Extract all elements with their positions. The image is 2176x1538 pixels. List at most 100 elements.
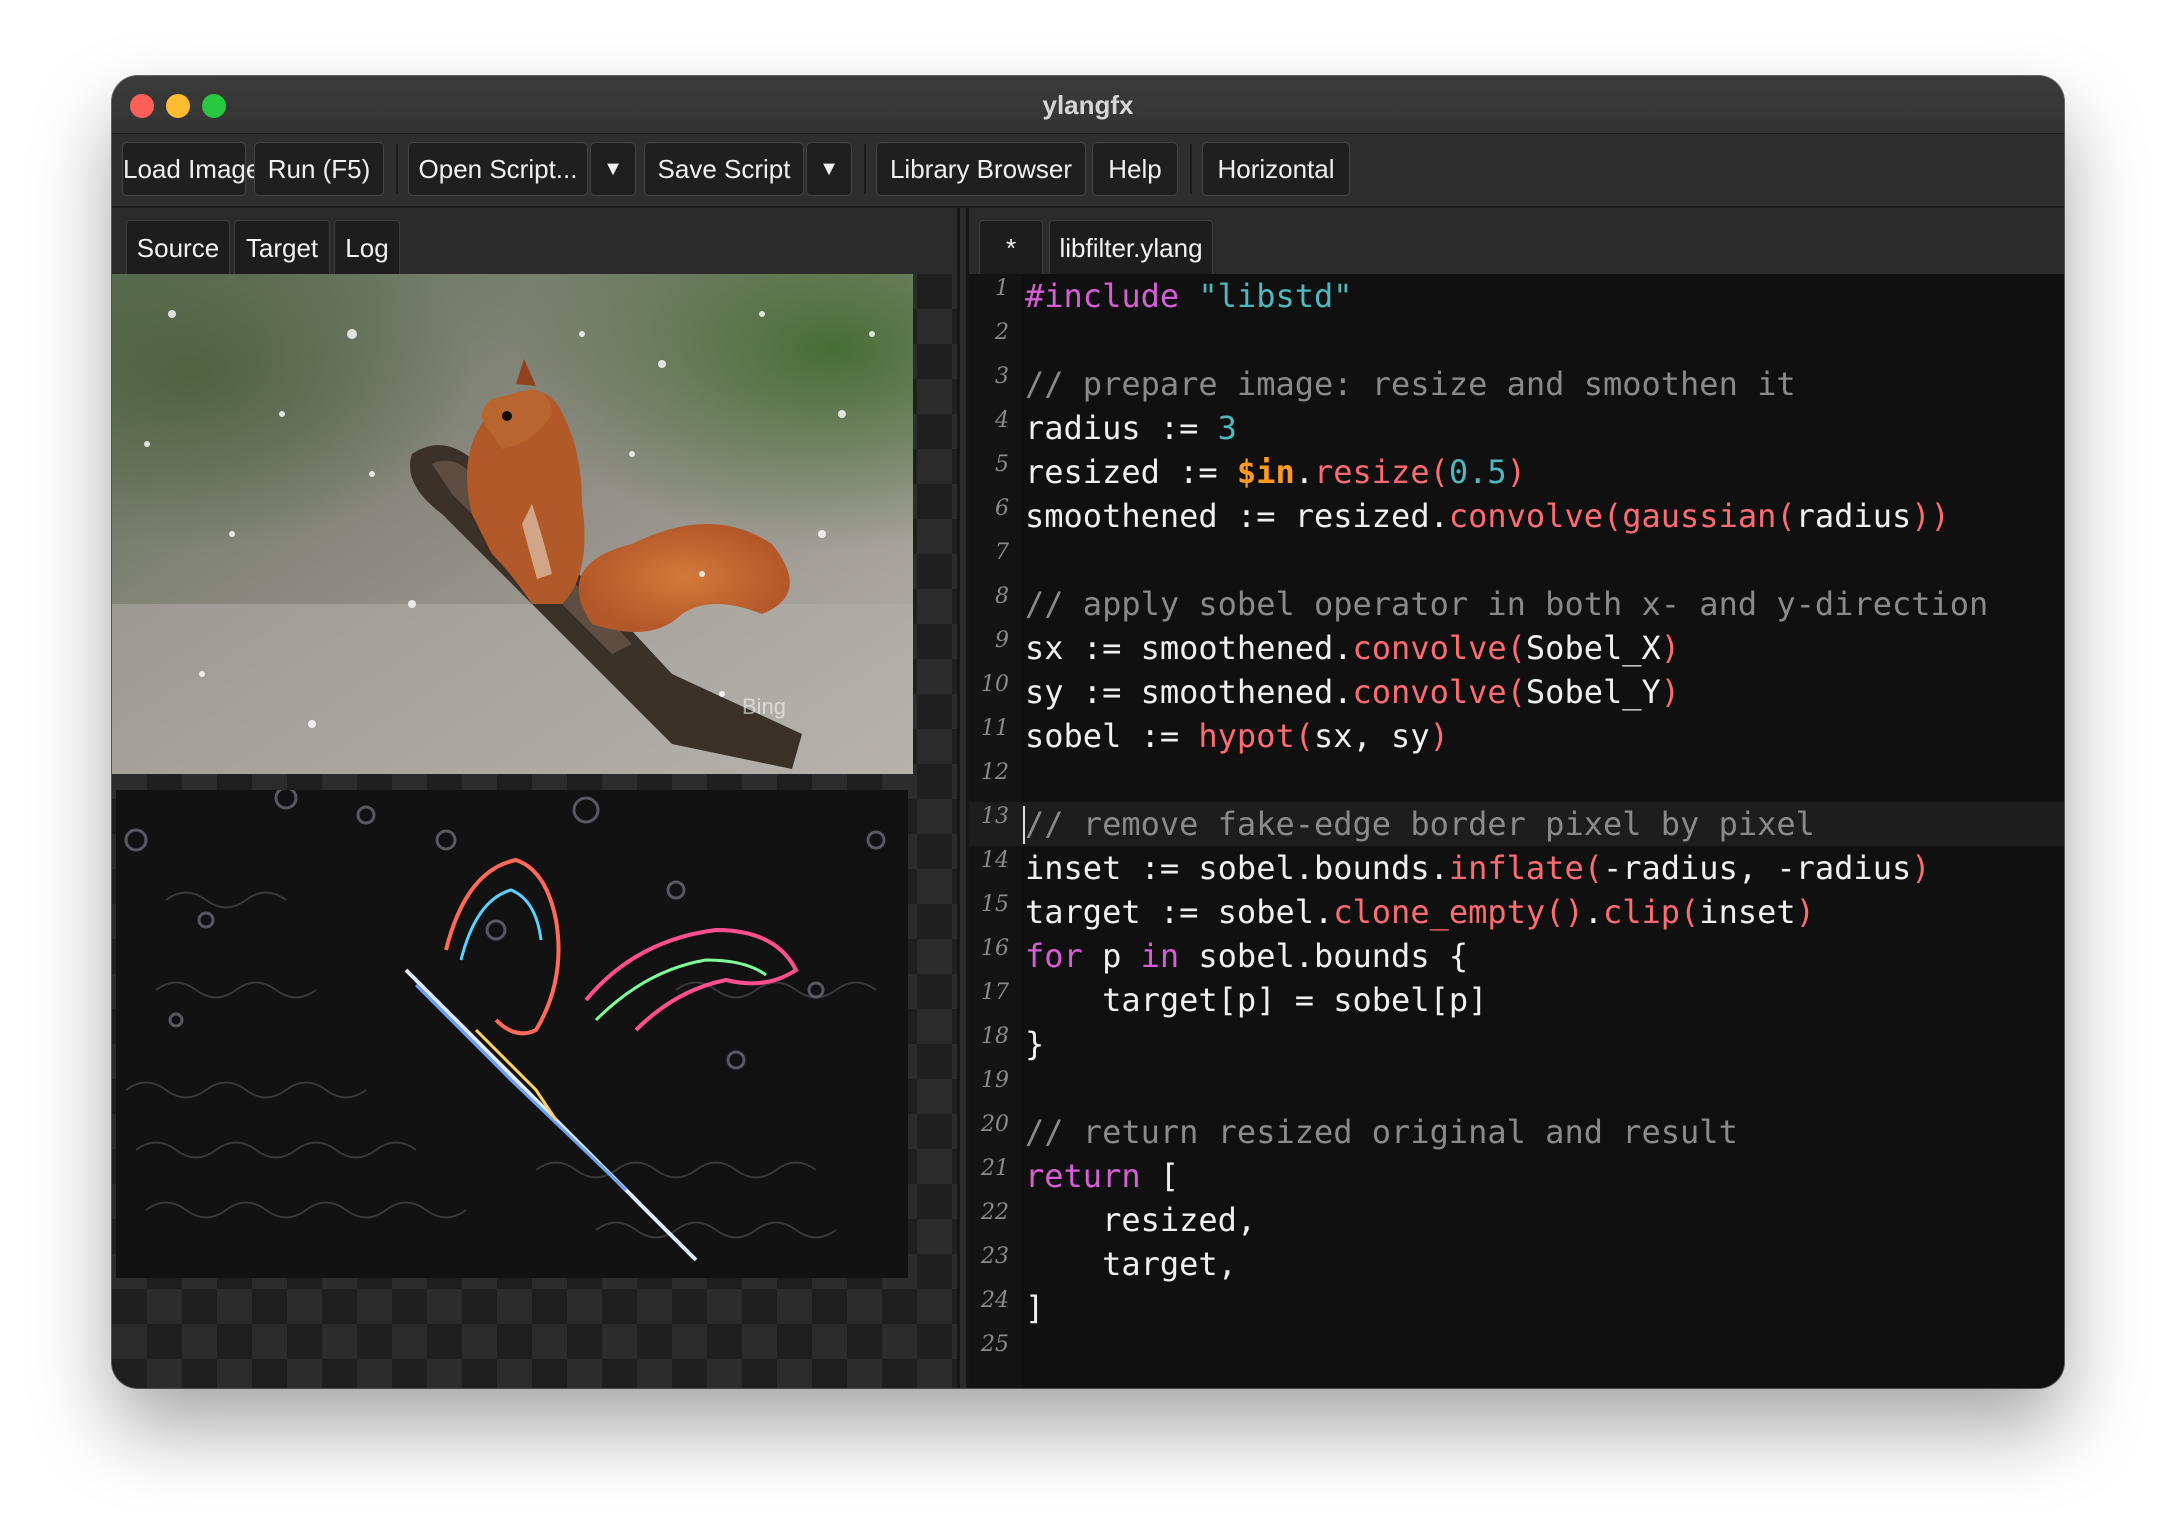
code-line[interactable]: 25 (969, 1330, 2064, 1374)
library-browser-button[interactable]: Library Browser (876, 142, 1086, 196)
code-line[interactable]: 8 // apply sobel operator in both x- and … (969, 582, 2064, 626)
line-number: 25 (981, 1332, 1009, 1357)
toolbar-separator (864, 144, 866, 194)
code-token-method: ) (1660, 629, 1681, 667)
code-token-plain: target, (1025, 1245, 1237, 1283)
code-line[interactable]: 19 (969, 1066, 2064, 1110)
code-line[interactable]: 9 sx := smoothened.convolve(Sobel_X) (969, 626, 2064, 670)
code-token-plain: Sobel_X (1525, 629, 1661, 667)
line-number: 1 (995, 276, 1009, 301)
tab-source[interactable]: Source (126, 220, 230, 274)
code-line[interactable]: 23 target, (969, 1242, 2064, 1286)
code-token-plain: inset := sobel.bounds. (1025, 849, 1449, 887)
code-line[interactable]: 7 (969, 538, 2064, 582)
line-number: 19 (981, 1068, 1009, 1093)
line-number: 11 (981, 716, 1009, 741)
code-token-method: hypot( (1198, 717, 1314, 755)
code-line[interactable]: 5 resized := $in.resize(0.5) (969, 450, 2064, 494)
tab-log[interactable]: Log (334, 220, 400, 274)
code-token-plain: } (1025, 1025, 1045, 1063)
open-script-button[interactable]: Open Script... (408, 142, 588, 196)
line-number: 7 (995, 540, 1009, 565)
toolbar: Load Image... Run (F5) Open Script... ▼ … (112, 134, 2064, 208)
code-token-method: resize( (1313, 453, 1449, 491)
code-token-keyword: return (1025, 1157, 1141, 1195)
code-token-plain: . (1294, 453, 1314, 491)
save-script-button[interactable]: Save Script (644, 142, 804, 196)
code-text: return [ (1025, 1154, 1179, 1198)
tab-libfilter[interactable]: libfilter.ylang (1049, 220, 1213, 274)
code-line[interactable]: 18} (969, 1022, 2064, 1066)
toolbar-separator (1190, 144, 1192, 194)
code-editor[interactable]: 1 #include "libstd" 2 3// prepare image: re… (969, 274, 2064, 1388)
code-text: target[p] = sobel[p] (1025, 978, 1487, 1022)
code-line[interactable]: 2 (969, 318, 2064, 362)
tab-target[interactable]: Target (234, 220, 330, 274)
line-number: 3 (995, 364, 1009, 389)
open-script-dropdown-button[interactable]: ▼ (590, 142, 636, 196)
load-image-button[interactable]: Load Image... (122, 142, 282, 196)
code-text: sx := smoothened.convolve(Sobel_X) (1025, 626, 1680, 670)
code-line[interactable]: 24] (969, 1286, 2064, 1330)
code-token-plain: radius (1795, 497, 1912, 535)
line-number: 22 (981, 1200, 1009, 1225)
code-line[interactable]: 12 (969, 758, 2064, 802)
code-line[interactable]: 15 target := sobel.clone_empty().clip(ins… (969, 890, 2064, 934)
code-line[interactable]: 20 // return resized original and result (969, 1110, 2064, 1154)
code-text: // prepare image: resize and smoothen it (1025, 362, 1796, 406)
code-text: #include "libstd" (1025, 274, 1353, 318)
text-caret (1023, 806, 1025, 844)
code-token-keyword: for (1025, 937, 1083, 975)
code-token-plain: -radius, -radius (1602, 849, 1912, 887)
code-token-plain: sy := smoothened. (1025, 673, 1353, 711)
code-token-plain: resized, (1025, 1201, 1257, 1239)
code-token-plain: p (1082, 937, 1141, 975)
code-token-method: ) (1911, 849, 1931, 887)
code-line[interactable]: 3 // prepare image: resize and smoothen i… (969, 362, 2064, 406)
code-token-number: 0.5 (1448, 453, 1507, 491)
code-line[interactable]: 10 sy := smoothened.convolve(Sobel_Y) (969, 670, 2064, 714)
code-line[interactable]: 4 radius := 3 (969, 406, 2064, 450)
line-number: 14 (981, 848, 1009, 873)
code-token-method: convolve( (1352, 673, 1526, 711)
code-text: sobel := hypot(sx, sy) (1025, 714, 1449, 758)
code-token-method: ) (1429, 717, 1449, 755)
code-line[interactable]: 1 #include "libstd" (969, 274, 2064, 318)
code-line[interactable]: 21 return [ (969, 1154, 2064, 1198)
run-button[interactable]: Run (F5) (254, 142, 384, 196)
target-image (116, 790, 908, 1278)
code-text: ] (1025, 1286, 1044, 1330)
code-line[interactable]: 17 target[p] = sobel[p] (969, 978, 2064, 1022)
code-text: for p in sobel.bounds { (1025, 934, 1468, 978)
orientation-toggle-button[interactable]: Horizontal (1202, 142, 1350, 196)
title-bar: ylangfx (112, 76, 2064, 134)
pane-splitter[interactable] (957, 208, 969, 1388)
code-token-special: $in (1236, 453, 1295, 491)
editor-tab-bar: * libfilter.ylang (969, 208, 2064, 275)
code-line[interactable]: 6 smoothened := resized.convolve(gaussian… (969, 494, 2064, 538)
code-token-method: convolve( (1352, 629, 1526, 667)
code-token-plain: [ (1140, 1157, 1180, 1195)
help-button[interactable]: Help (1092, 142, 1178, 196)
code-token-method: inflate( (1448, 849, 1603, 887)
code-text: inset := sobel.bounds.inflate(-radius, -… (1025, 846, 1930, 890)
code-line[interactable]: 13 // remove fake-edge border pixel by pi… (969, 802, 2064, 846)
code-line[interactable]: 11 sobel := hypot(sx, sy) (969, 714, 2064, 758)
line-number: 17 (981, 980, 1009, 1005)
image-viewer[interactable]: Bing (112, 274, 957, 1388)
line-number: 12 (981, 760, 1009, 785)
code-line[interactable]: 14 inset := sobel.bounds.inflate(-radius,… (969, 846, 2064, 890)
save-script-dropdown-button[interactable]: ▼ (806, 142, 852, 196)
editor-pane: * libfilter.ylang 1 #include "libstd" 2 3//… (969, 208, 2064, 1388)
code-token-plain: inset (1699, 893, 1796, 931)
toolbar-separator (396, 144, 398, 194)
code-token-comment: // prepare image: resize and smoothen it (1025, 365, 1796, 403)
code-line[interactable]: 16 for p in sobel.bounds { (969, 934, 2064, 978)
code-line[interactable]: 22 resized, (969, 1198, 2064, 1242)
code-token-number: 3 (1217, 409, 1237, 447)
line-number: 20 (981, 1112, 1009, 1137)
tab-unsaved-script[interactable]: * (979, 220, 1043, 274)
code-text: smoothened := resized.convolve(gaussian(… (1025, 494, 1950, 538)
code-token-plain: radius := (1025, 409, 1218, 447)
window-title: ylangfx (1042, 90, 1134, 120)
